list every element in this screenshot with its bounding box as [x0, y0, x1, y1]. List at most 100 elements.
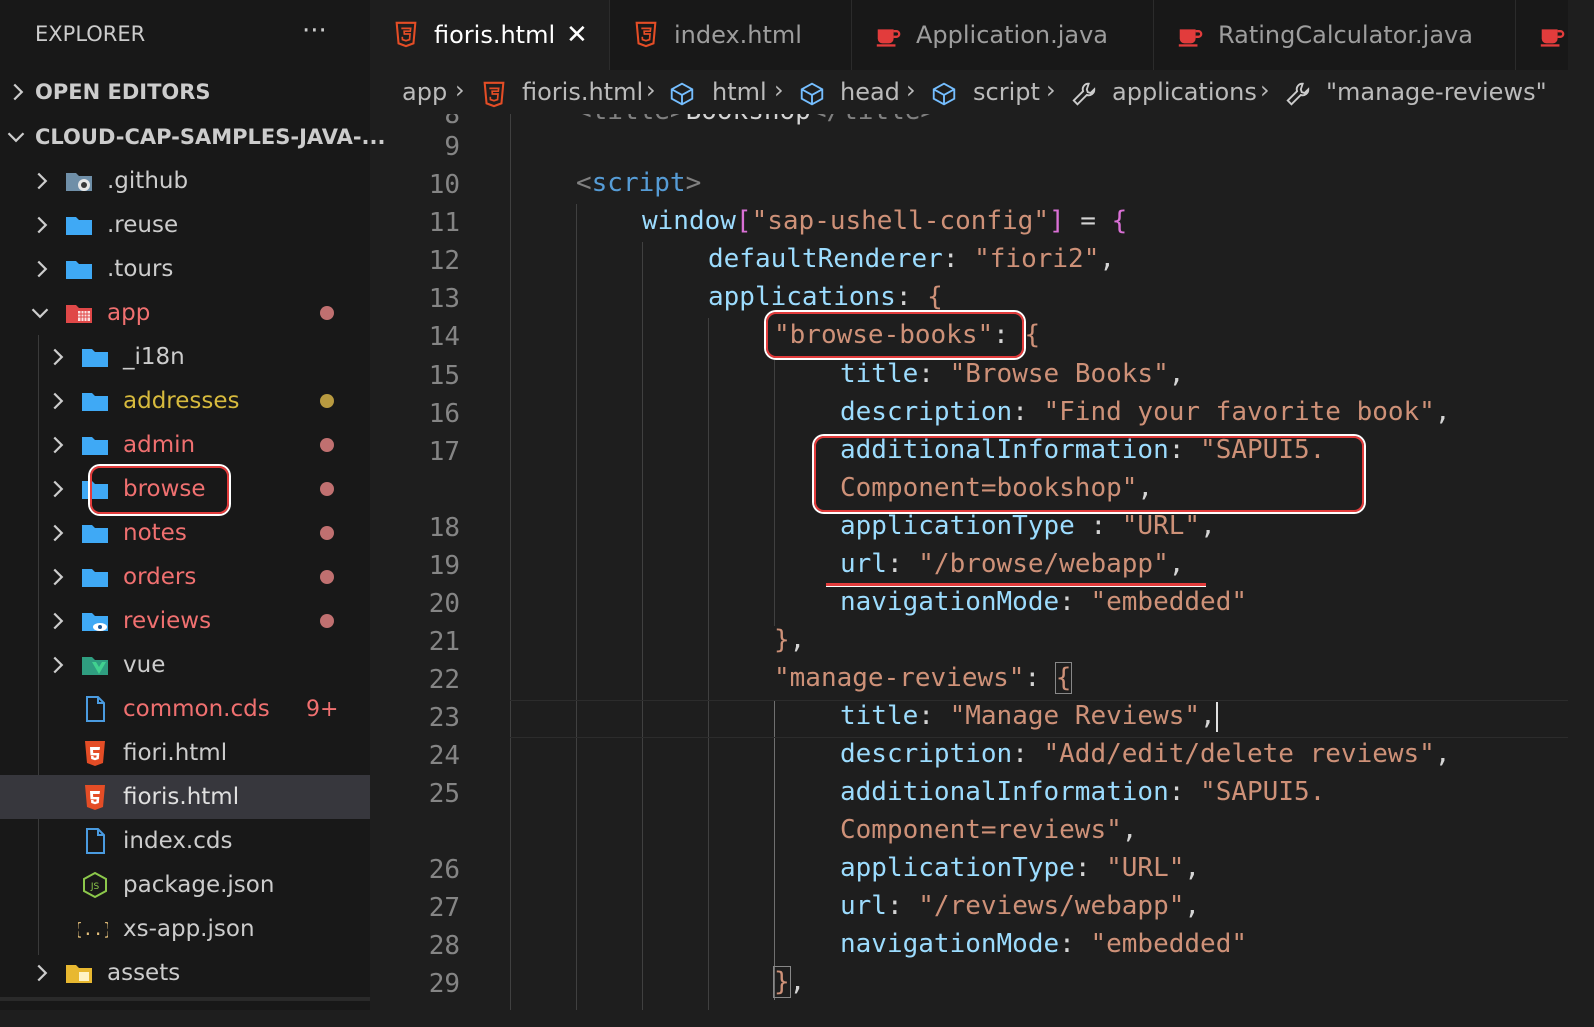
folder-icon — [80, 430, 110, 460]
highlight-box — [766, 312, 1024, 358]
tree-item-label: .reuse — [107, 212, 179, 238]
chevron-right-icon: › — [646, 76, 656, 104]
html5-icon — [395, 21, 417, 48]
breadcrumb-item[interactable]: html — [712, 78, 767, 106]
code-line-wrapped: Component=reviews", — [840, 815, 1138, 845]
chevron-right-icon — [28, 959, 56, 987]
tree-item-app[interactable]: app — [0, 291, 370, 335]
chevron-down-icon — [2, 123, 30, 151]
indent-guide — [642, 242, 643, 1010]
chevron-right-icon — [44, 563, 72, 591]
modified-dot — [320, 438, 334, 452]
modified-dot — [320, 482, 334, 496]
open-editors-section[interactable]: OPEN EDITORS — [0, 70, 370, 114]
tab-label: Application.java — [916, 21, 1109, 49]
cube-icon — [932, 82, 956, 106]
file-icon — [80, 694, 110, 724]
tree-item-github[interactable]: .github — [0, 159, 370, 203]
tab-index-html[interactable]: index.html — [610, 0, 852, 70]
line-number: 22 — [428, 665, 460, 695]
tab-ratingcalculator-java[interactable]: RatingCalculator.java — [1154, 0, 1516, 70]
explorer-sidebar: EXPLORER ··· OPEN EDITORS CLOUD-CAP-SAMP… — [0, 0, 386, 1010]
tree-item-label: vue — [123, 652, 166, 678]
line-number: 13 — [428, 284, 460, 314]
tree-item-index-cds[interactable]: index.cds — [0, 819, 370, 863]
tab-application-java[interactable]: Application.java — [852, 0, 1154, 70]
tree-item-assets[interactable]: assets — [0, 951, 370, 995]
modified-dot — [320, 570, 334, 584]
code-line: <title>Bookshop</title> — [576, 114, 936, 126]
tree-item-label: .github — [107, 168, 189, 194]
breadcrumb-item[interactable]: fioris.html — [522, 78, 643, 106]
tree-item-label: notes — [123, 520, 187, 546]
open-editors-label: OPEN EDITORS — [35, 80, 211, 104]
indent-guide — [576, 204, 577, 1010]
tree-item-i18n[interactable]: _i18n — [0, 335, 370, 379]
tree-item-reuse[interactable]: .reuse — [0, 203, 370, 247]
line-number: 24 — [428, 741, 460, 771]
vue-folder-icon — [80, 650, 110, 680]
line-number: 21 — [428, 627, 460, 657]
code-line: title: "Browse Books", — [840, 359, 1185, 389]
tree-item-notes[interactable]: notes — [0, 511, 370, 555]
tree-item-package-json[interactable]: JS package.json — [0, 863, 370, 907]
code-line: applicationType : "URL", — [840, 511, 1216, 541]
line-number: 18 — [428, 513, 460, 543]
line-number: 29 — [428, 969, 460, 999]
line-number: 23 — [428, 703, 460, 733]
tree-item-label: fioris.html — [123, 784, 240, 810]
tree-item-xs-app-json[interactable]: {..} xs-app.json — [0, 907, 370, 951]
chevron-right-icon: › — [906, 76, 916, 104]
tree-item-orders[interactable]: orders — [0, 555, 370, 599]
line-number: 25 — [428, 779, 460, 809]
chevron-right-icon — [28, 211, 56, 239]
code-line: description: "Add/edit/delete reviews", — [840, 739, 1451, 769]
chevron-right-icon — [44, 431, 72, 459]
tree-item-reviews[interactable]: reviews — [0, 599, 370, 643]
folder-icon — [64, 210, 94, 240]
tab-overflow[interactable] — [1516, 0, 1568, 70]
tree-item-fiori-html[interactable]: fiori.html — [0, 731, 370, 775]
breadcrumb-item[interactable]: head — [840, 78, 900, 106]
close-icon[interactable]: ✕ — [566, 20, 588, 50]
tree-item-admin[interactable]: admin — [0, 423, 370, 467]
breadcrumb-item[interactable]: "manage-reviews" — [1326, 78, 1547, 106]
tab-fioris-html[interactable]: fioris.html ✕ — [370, 0, 610, 70]
line-number: 8 — [444, 114, 460, 130]
breadcrumb-item[interactable]: script — [973, 78, 1040, 106]
wrench-icon — [1286, 82, 1310, 106]
tree-item-label: xs-app.json — [123, 916, 255, 942]
tab-label: RatingCalculator.java — [1218, 21, 1473, 49]
chevron-right-icon — [4, 78, 32, 106]
line-number: 14 — [428, 322, 460, 352]
project-section[interactable]: CLOUD-CAP-SAMPLES-JAVA-... — [0, 115, 386, 159]
breadcrumb: app › fioris.html › html › head › script… — [370, 70, 1568, 114]
app-folder-icon — [64, 298, 94, 328]
code-line: <script> — [576, 168, 702, 198]
chevron-right-icon — [44, 343, 72, 371]
chevron-right-icon: › — [774, 76, 784, 104]
tree-item-vue[interactable]: vue — [0, 643, 370, 687]
code-editor[interactable]: 8 9 10 11 12 13 14 15 16 17 18 19 20 21 … — [370, 114, 1568, 1010]
chevron-right-icon — [44, 387, 72, 415]
line-number: 28 — [428, 931, 460, 961]
tree-item-fioris-html[interactable]: fioris.html — [0, 775, 370, 819]
tree-item-label: app — [107, 300, 151, 326]
line-number: 17 — [428, 437, 460, 467]
more-actions-button[interactable]: ··· — [302, 16, 327, 46]
nodejs-icon: JS — [80, 870, 110, 900]
tree-item-label: orders — [123, 564, 197, 590]
tree-item-common-cds[interactable]: common.cds 9+ — [0, 687, 370, 731]
java-icon — [1540, 29, 1565, 47]
chevron-down-icon — [26, 299, 54, 327]
tree-item-tours[interactable]: .tours — [0, 247, 370, 291]
tree-item-addresses[interactable]: addresses — [0, 379, 370, 423]
html5-icon — [80, 782, 110, 812]
breadcrumb-item[interactable]: app — [402, 78, 447, 106]
breadcrumb-item[interactable]: applications — [1112, 78, 1257, 106]
html5-icon — [483, 81, 505, 108]
code-line: navigationMode: "embedded" — [840, 587, 1248, 617]
code-line: navigationMode: "embedded" — [840, 929, 1248, 959]
tree-item-label: assets — [107, 960, 181, 986]
line-number: 27 — [428, 893, 460, 923]
